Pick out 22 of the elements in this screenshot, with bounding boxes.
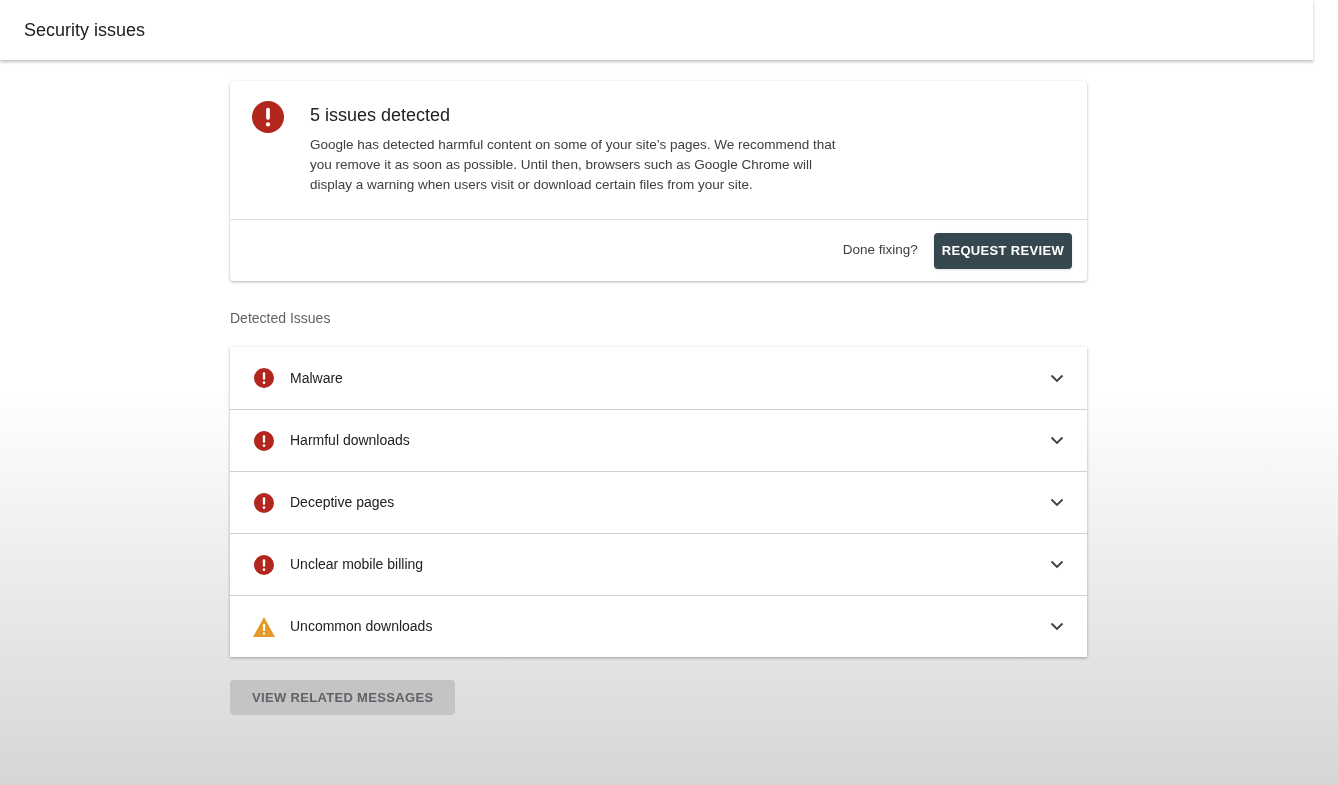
- issue-label: Unclear mobile billing: [290, 555, 425, 574]
- issue-row[interactable]: Deceptive pages: [230, 471, 1087, 533]
- error-icon: [253, 430, 274, 451]
- issue-label: Deceptive pages: [290, 493, 396, 512]
- summary-description: Google has detected harmful content on some of your site’s pages. We recommend that you remove it as soon as possible. Until then, browsers such as Google Chrome will display a warning when users visit or download certain files from your site.: [310, 136, 837, 194]
- done-fixing-text: Done fixing?: [842, 241, 918, 260]
- summary-title: 5 issues detected: [310, 104, 452, 127]
- error-icon: [252, 101, 284, 133]
- warning-icon: [252, 616, 275, 637]
- issue-row[interactable]: Malware: [230, 347, 1087, 409]
- issue-row[interactable]: Harmful downloads: [230, 409, 1087, 471]
- error-icon: [253, 368, 274, 388]
- issue-label: Uncommon downloads: [290, 617, 434, 636]
- issue-row[interactable]: Uncommon downloads: [230, 595, 1087, 657]
- issue-row[interactable]: Unclear mobile billing: [230, 533, 1087, 595]
- section-label: Detected Issues: [230, 309, 332, 328]
- error-icon: [253, 554, 274, 575]
- request-review-button[interactable]: REQUEST REVIEW: [933, 232, 1072, 269]
- issue-label: Malware: [290, 368, 344, 388]
- issue-label: Harmful downloads: [290, 431, 411, 450]
- page-title: Security issues: [24, 18, 146, 42]
- error-icon: [253, 492, 274, 513]
